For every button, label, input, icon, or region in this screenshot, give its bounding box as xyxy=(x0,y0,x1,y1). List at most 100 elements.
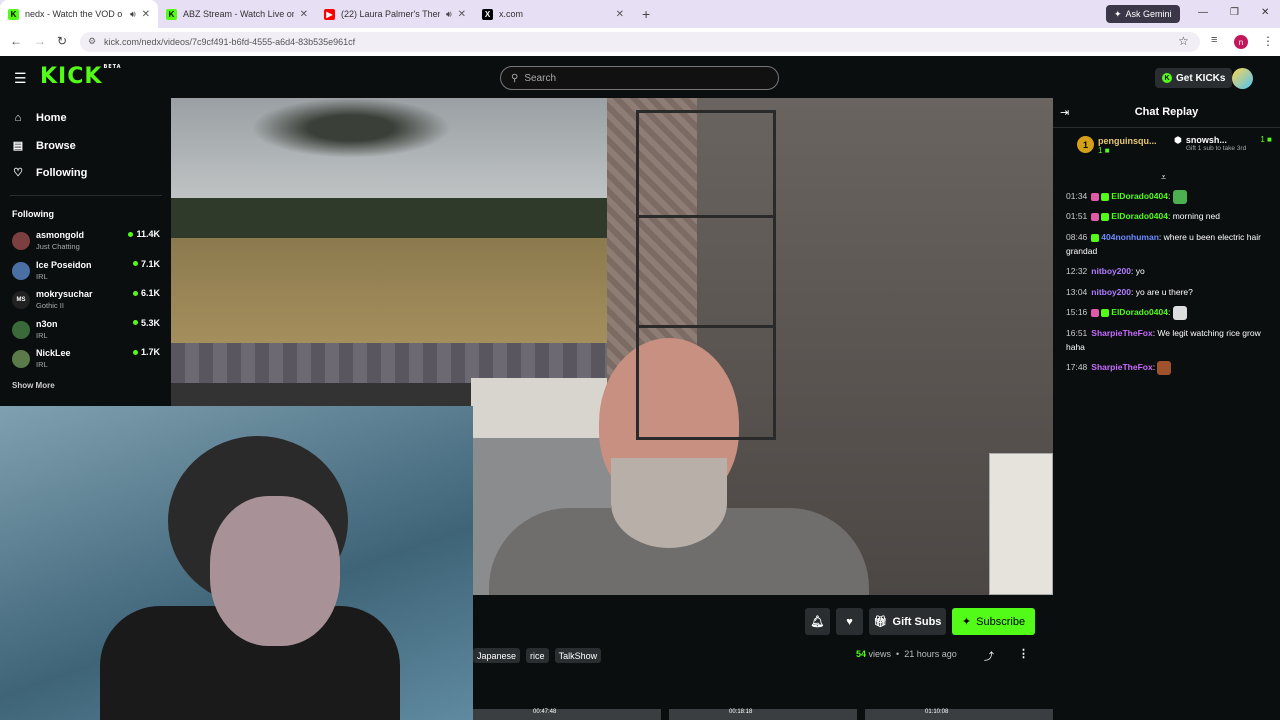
browser-tab-bar: Knedx - Watch the VOD o 🔊︎ ✕ K ABZ Stream - … xyxy=(0,0,1280,28)
message-text: morning ned xyxy=(1172,211,1220,221)
bookmark-star-icon[interactable]: ☆ xyxy=(1178,34,1189,48)
webcam-person-face xyxy=(210,496,340,646)
viewer-count-value: 1.7K xyxy=(140,347,160,357)
heart-icon: ♡ xyxy=(13,167,23,179)
related-video-thumbnail[interactable]: 00:18:18 xyxy=(669,709,857,720)
tab-close-icon[interactable]: ✕ xyxy=(300,9,308,20)
channel-avatar xyxy=(12,232,30,250)
related-video-thumbnail[interactable]: 00:47:48 xyxy=(473,709,661,720)
maximize-button[interactable]: ❐ xyxy=(1230,7,1239,18)
tab-close-icon[interactable]: ✕ xyxy=(142,9,150,20)
more-options-icon[interactable]: ⋮ xyxy=(1018,647,1029,660)
tab-title: nedx - Watch the VOD o xyxy=(25,9,123,19)
message-time: 12:32 xyxy=(1066,266,1088,276)
logo-beta: BETA xyxy=(103,64,122,70)
message-username[interactable]: 404nonhuman xyxy=(1101,232,1159,242)
meta-separator: • xyxy=(896,649,900,659)
gift-subs-button[interactable]: 🎁︎ Gift Subs xyxy=(869,608,946,635)
subscribe-button[interactable]: ✦ Subscribe xyxy=(952,608,1035,635)
message-time: 13:04 xyxy=(1066,287,1088,297)
message-username[interactable]: SharpieTheFox xyxy=(1091,362,1152,372)
chat-message: 16:51 SharpieTheFox: We legit watching ri… xyxy=(1066,326,1271,354)
tag-list: Japanese rice TalkShow xyxy=(473,648,602,663)
message-username[interactable]: nitboy200 xyxy=(1091,266,1131,276)
related-videos-strip: 00:47:48 00:18:18 01:10:08 xyxy=(473,709,1053,720)
user-badge-icon xyxy=(1091,308,1100,317)
tag-chip[interactable]: TalkShow xyxy=(554,648,602,663)
second-gifter-count: 1 ■ xyxy=(1260,135,1272,144)
second-gifter[interactable]: ⬢ snowsh... 1 ■ Gift 1 sub to take 3rd xyxy=(1174,135,1272,153)
message-username[interactable]: nitboy200 xyxy=(1091,287,1131,297)
message-username[interactable]: ElDorado0404 xyxy=(1111,191,1168,201)
bell-icon: 🔔︎ xyxy=(810,616,825,628)
browser-menu-icon[interactable]: ⋮ xyxy=(1262,34,1274,48)
new-tab-button[interactable]: + xyxy=(642,6,650,22)
channel-avatar xyxy=(12,350,30,368)
sidebar-item-browse[interactable]: ▤ Browse xyxy=(12,139,76,153)
kick-logo[interactable]: KICKBETA xyxy=(40,64,122,89)
get-kicks-button[interactable]: K Get KICKs xyxy=(1155,68,1233,88)
scene-person-beard xyxy=(611,458,727,548)
message-text: yo xyxy=(1135,266,1145,276)
tab-close-icon[interactable]: ✕ xyxy=(616,9,624,20)
tag-chip[interactable]: rice xyxy=(526,648,549,663)
search-input[interactable]: ⚲ Search xyxy=(500,66,779,90)
show-more-link[interactable]: Show More xyxy=(12,381,55,390)
channel-category: Gothic II xyxy=(36,301,64,310)
sub-badge-icon xyxy=(1101,308,1110,317)
tag-chip[interactable]: Japanese xyxy=(473,648,521,663)
channel-category: IRL xyxy=(36,271,48,281)
browser-tab[interactable]: Knedx - Watch the VOD o 🔊︎ ✕ xyxy=(0,0,158,28)
following-item[interactable]: n3on IRL 5.3K xyxy=(12,316,160,344)
related-video-thumbnail[interactable]: 01:10:08 xyxy=(865,709,1053,720)
message-username[interactable]: ElDorado0404 xyxy=(1111,307,1168,317)
browser-profile-avatar[interactable]: n xyxy=(1234,35,1248,49)
forward-button[interactable]: → xyxy=(34,34,46,48)
sidebar-item-home[interactable]: ⌂ Home xyxy=(12,112,67,124)
follow-heart-button[interactable]: ♥ xyxy=(836,608,863,635)
url-field[interactable]: kick.com/nedx/videos/7c9cf491-b6fd-4555-… xyxy=(80,32,1200,52)
heart-icon: ♥ xyxy=(846,615,853,628)
user-badge-icon xyxy=(1091,192,1100,201)
channel-category: Just Chatting xyxy=(36,242,80,251)
top-gifter-name: penguinsqu... xyxy=(1098,136,1157,146)
viewer-count-value: 7.1K xyxy=(140,258,160,269)
views-count: 54 xyxy=(856,649,867,659)
share-icon[interactable]: ⤴ xyxy=(984,648,994,663)
following-item[interactable]: NickLee IRL 1.7K xyxy=(12,345,160,373)
minimize-button[interactable]: — xyxy=(1198,7,1208,18)
browser-tab[interactable]: ▶ (22) Laura Palmer's Theme 🔊︎ ✕ xyxy=(316,0,474,28)
chat-message: 12:32 nitboy200: yo xyxy=(1066,264,1271,278)
sidebar-divider xyxy=(10,195,162,196)
chat-message: 13:04 nitboy200: yo are u there? xyxy=(1066,285,1271,299)
ask-gemini-button[interactable]: ✦ Ask Gemini xyxy=(1106,5,1180,23)
chat-title: Chat Replay xyxy=(1134,106,1199,118)
chat-message: 01:34 ElDorado0404: xyxy=(1066,189,1271,204)
tab-audio-icon[interactable]: 🔊︎ xyxy=(130,9,136,20)
sidebar-item-label: Home xyxy=(36,112,67,124)
site-info-icon[interactable]: ⚙ xyxy=(88,36,96,47)
following-item[interactable]: Ice Poseidon IRL 7.1K xyxy=(12,257,160,285)
following-item[interactable]: asmongold Just Chatting 11.4K xyxy=(12,227,160,255)
channel-name: NickLee xyxy=(36,348,71,358)
reload-button[interactable]: ↻ xyxy=(57,34,67,48)
hamburger-menu-icon[interactable]: ☰ xyxy=(14,70,27,87)
close-window-button[interactable]: ✕ xyxy=(1261,7,1269,18)
pinned-expand-icon[interactable]: ⩡ xyxy=(1161,172,1166,183)
message-username[interactable]: SharpieTheFox xyxy=(1091,328,1152,338)
reading-list-icon[interactable]: ≡ xyxy=(1211,34,1217,46)
browser-tab[interactable]: K ABZ Stream - Watch Live on Ki ✕ xyxy=(158,0,316,28)
message-text: yo are u there? xyxy=(1135,287,1193,297)
browser-tab[interactable]: Xx.com ✕ xyxy=(474,0,632,28)
following-item[interactable]: MS mokrysuchar Gothic II 6.1K xyxy=(12,286,160,314)
tab-audio-icon[interactable]: 🔊︎ xyxy=(446,9,452,20)
user-badge-icon xyxy=(1091,233,1100,242)
message-username[interactable]: ElDorado0404 xyxy=(1111,211,1168,221)
user-avatar[interactable] xyxy=(1232,68,1253,89)
tab-close-icon[interactable]: ✕ xyxy=(458,9,466,20)
notification-bell-button[interactable]: 🔔︎ xyxy=(805,608,830,635)
back-button[interactable]: ← xyxy=(10,34,22,48)
sidebar-item-following[interactable]: ♡ Following xyxy=(12,166,87,180)
top-gifter[interactable]: 1 penguinsqu... 1 ■ xyxy=(1077,136,1157,155)
tab-favicon-icon: K xyxy=(166,8,177,20)
